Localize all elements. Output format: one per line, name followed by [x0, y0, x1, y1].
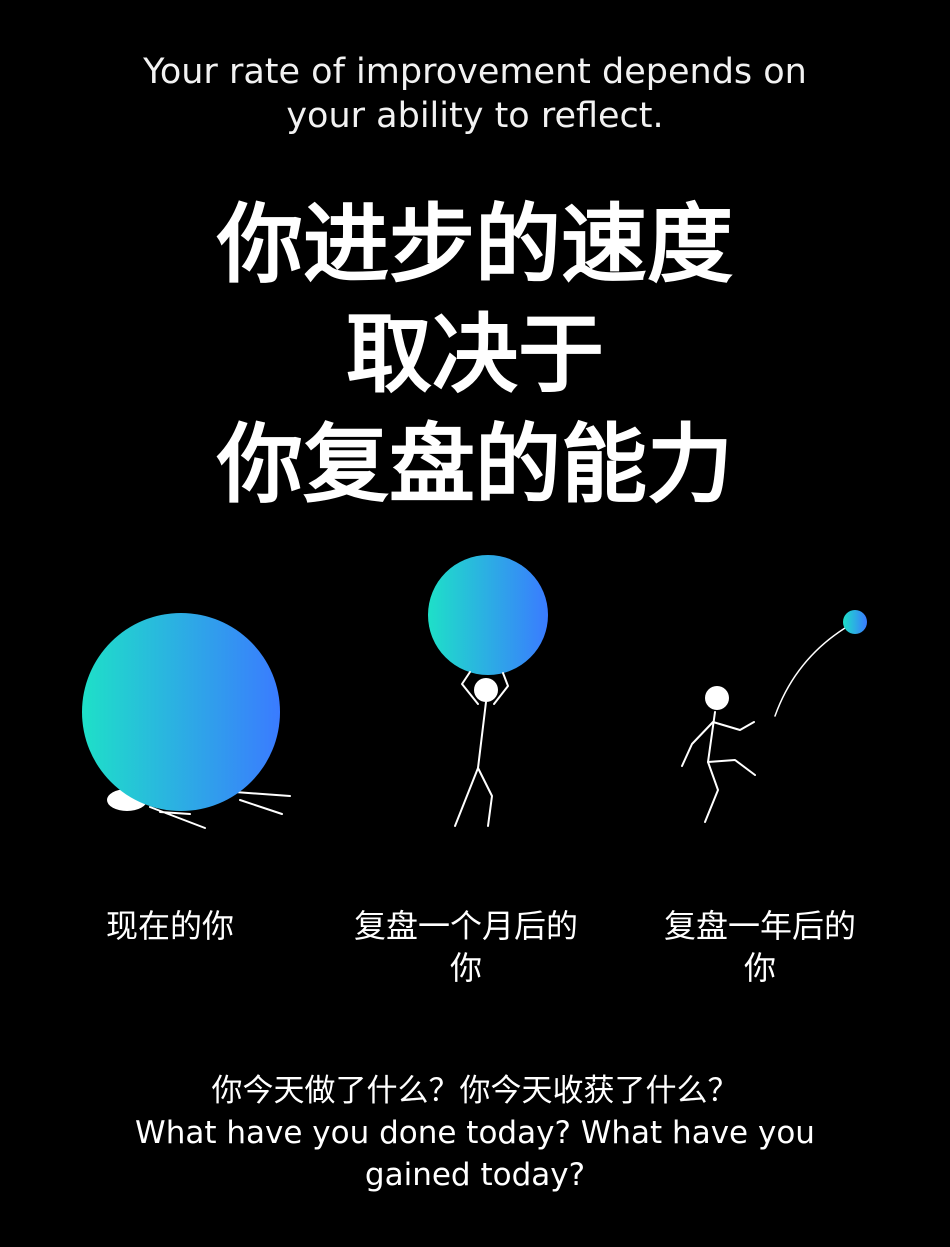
caption-one-month: 复盘一个月后的 你: [335, 905, 597, 989]
footer-question: 你今天做了什么？你今天收获了什么？ What have you done tod…: [0, 1070, 950, 1196]
big-ball: [82, 613, 280, 811]
kicking-figure-arms: [681, 721, 755, 767]
title-line-2: 取决于: [346, 305, 604, 405]
caption-one-year-line-2: 你: [743, 949, 776, 987]
footer-line-1: 你今天做了什么？你今天收获了什么？: [211, 1073, 739, 1109]
lifting-figure-head: [474, 678, 498, 702]
kicking-figure-legs: [704, 759, 756, 823]
lifting-figure: [454, 671, 509, 827]
kicking-figure-body: [707, 711, 716, 763]
caption-one-month-line-2: 你: [449, 949, 482, 987]
title-line-1: 你进步的速度: [217, 195, 733, 295]
caption-one-month-line-1: 复盘一个月后的: [353, 907, 578, 945]
caption-now-text: 现在的你: [105, 907, 234, 945]
medium-ball: [428, 555, 548, 675]
chinese-title: 你进步的速度 取决于 你复盘的能力: [0, 190, 950, 520]
ball-trajectory: [774, 627, 846, 717]
english-subtitle-line-2: your ability to reflect.: [286, 96, 664, 136]
footer-line-2: What have you done today? What have you: [135, 1115, 815, 1151]
kicking-figure-head: [705, 686, 729, 710]
english-subtitle-line-1: Your rate of improvement depends on: [143, 52, 807, 92]
title-line-3: 你复盘的能力: [217, 415, 733, 515]
kicking-figure: [681, 627, 846, 823]
caption-now: 现在的你: [60, 905, 280, 947]
poster: Your rate of improvement depends on your…: [0, 0, 950, 1247]
footer-line-3: gained today?: [364, 1157, 586, 1193]
caption-one-year: 复盘一年后的 你: [630, 905, 890, 989]
small-ball: [843, 610, 867, 634]
illustration-panel: [82, 555, 867, 829]
caption-one-year-line-1: 复盘一年后的: [663, 907, 856, 945]
lifting-figure-legs: [454, 767, 493, 827]
lifting-figure-body: [477, 701, 487, 769]
english-subtitle: Your rate of improvement depends on your…: [0, 50, 950, 138]
